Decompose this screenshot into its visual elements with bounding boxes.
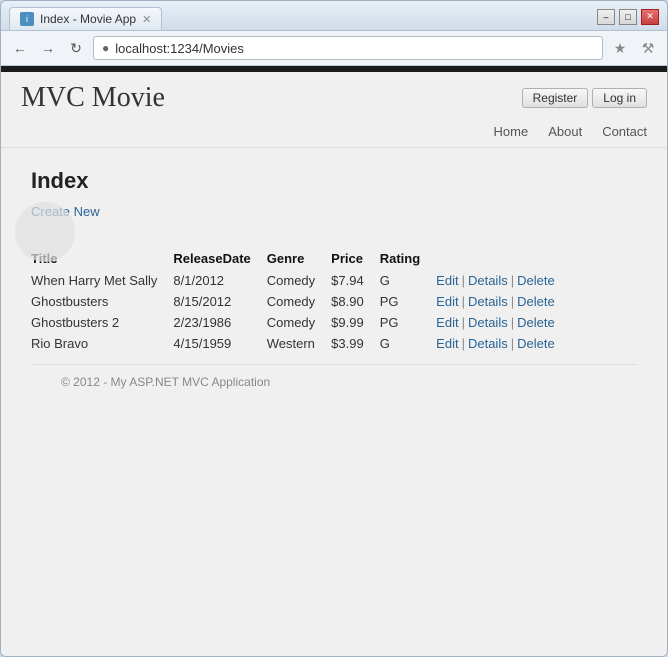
edit-link-0[interactable]: Edit xyxy=(436,273,458,288)
cell-1: 8/1/2012 xyxy=(173,270,266,291)
cell-1: 8/15/2012 xyxy=(173,291,266,312)
nav-link-contact[interactable]: Contact xyxy=(602,124,647,139)
movies-table: Title ReleaseDate Genre Price Rating Whe… xyxy=(31,247,571,354)
tab-close-button[interactable]: ✕ xyxy=(142,13,151,26)
details-link-1[interactable]: Details xyxy=(468,294,508,309)
cell-0: Rio Bravo xyxy=(31,333,173,354)
page-content: Index Create New Title ReleaseDate Genre… xyxy=(1,148,667,656)
maximize-button[interactable]: □ xyxy=(619,9,637,25)
cell-2: Comedy xyxy=(267,291,331,312)
cell-4: PG xyxy=(380,291,436,312)
refresh-button[interactable]: ↻ xyxy=(65,37,87,59)
cell-1: 2/23/1986 xyxy=(173,312,266,333)
app-title: MVC Movie xyxy=(21,82,165,114)
footer: © 2012 - My ASP.NET MVC Application xyxy=(31,364,637,409)
register-button[interactable]: Register xyxy=(522,88,589,108)
cell-2: Western xyxy=(267,333,331,354)
details-link-2[interactable]: Details xyxy=(468,315,508,330)
cell-actions: Edit|Details|Delete xyxy=(436,312,571,333)
app-nav: Home About Contact xyxy=(21,118,647,147)
cell-actions: Edit|Details|Delete xyxy=(436,291,571,312)
header-buttons: Register Log in xyxy=(522,88,647,108)
address-bar[interactable]: ● localhost:1234/Movies xyxy=(93,36,603,60)
details-link-0[interactable]: Details xyxy=(468,273,508,288)
col-header-actions xyxy=(436,247,571,270)
edit-link-2[interactable]: Edit xyxy=(436,315,458,330)
cell-actions: Edit|Details|Delete xyxy=(436,333,571,354)
edit-link-3[interactable]: Edit xyxy=(436,336,458,351)
browser-tab[interactable]: i Index - Movie App ✕ xyxy=(9,7,162,30)
app-content: MVC Movie Register Log in Home About Con… xyxy=(1,72,667,656)
cell-3: $8.90 xyxy=(331,291,380,312)
cell-2: Comedy xyxy=(267,270,331,291)
cell-0: Ghostbusters 2 xyxy=(31,312,173,333)
table-header-row: Title ReleaseDate Genre Price Rating xyxy=(31,247,571,270)
browser-window: i Index - Movie App ✕ – □ ✕ ← → ↻ ● loca… xyxy=(0,0,668,657)
window-controls: – □ ✕ xyxy=(597,9,659,29)
cell-actions: Edit|Details|Delete xyxy=(436,270,571,291)
nav-link-home[interactable]: Home xyxy=(494,124,529,139)
delete-link-1[interactable]: Delete xyxy=(517,294,555,309)
table-row: Rio Bravo4/15/1959Western$3.99GEdit|Deta… xyxy=(31,333,571,354)
page-title: Index xyxy=(31,168,637,194)
header-decorative-circle xyxy=(15,202,75,262)
tools-icon[interactable]: ⚒ xyxy=(637,37,659,59)
app-header: MVC Movie Register Log in Home About Con… xyxy=(1,72,667,148)
bookmark-icon[interactable]: ★ xyxy=(609,37,631,59)
login-button[interactable]: Log in xyxy=(592,88,647,108)
back-button[interactable]: ← xyxy=(9,37,31,59)
cell-4: G xyxy=(380,333,436,354)
delete-link-0[interactable]: Delete xyxy=(517,273,555,288)
details-link-3[interactable]: Details xyxy=(468,336,508,351)
cell-3: $9.99 xyxy=(331,312,380,333)
cell-0: Ghostbusters xyxy=(31,291,173,312)
close-button[interactable]: ✕ xyxy=(641,9,659,25)
cell-1: 4/15/1959 xyxy=(173,333,266,354)
delete-link-2[interactable]: Delete xyxy=(517,315,555,330)
cell-3: $3.99 xyxy=(331,333,380,354)
nav-link-about[interactable]: About xyxy=(548,124,582,139)
table-row: Ghostbusters8/15/2012Comedy$8.90PGEdit|D… xyxy=(31,291,571,312)
address-lock-icon: ● xyxy=(102,41,109,55)
table-row: When Harry Met Sally8/1/2012Comedy$7.94G… xyxy=(31,270,571,291)
col-header-price: Price xyxy=(331,247,380,270)
tab-favicon: i xyxy=(20,12,34,26)
cell-0: When Harry Met Sally xyxy=(31,270,173,291)
minimize-button[interactable]: – xyxy=(597,9,615,25)
navigation-bar: ← → ↻ ● localhost:1234/Movies ★ ⚒ xyxy=(1,31,667,66)
edit-link-1[interactable]: Edit xyxy=(436,294,458,309)
cell-4: G xyxy=(380,270,436,291)
app-header-top: MVC Movie Register Log in xyxy=(21,82,647,114)
col-header-genre: Genre xyxy=(267,247,331,270)
col-header-releasedate: ReleaseDate xyxy=(173,247,266,270)
cell-4: PG xyxy=(380,312,436,333)
cell-3: $7.94 xyxy=(331,270,380,291)
col-header-rating: Rating xyxy=(380,247,436,270)
cell-2: Comedy xyxy=(267,312,331,333)
delete-link-3[interactable]: Delete xyxy=(517,336,555,351)
tab-title: Index - Movie App xyxy=(40,12,136,26)
footer-text: © 2012 - My ASP.NET MVC Application xyxy=(61,375,270,389)
title-bar: i Index - Movie App ✕ – □ ✕ xyxy=(1,1,667,31)
address-text: localhost:1234/Movies xyxy=(115,41,244,56)
forward-button[interactable]: → xyxy=(37,37,59,59)
table-row: Ghostbusters 22/23/1986Comedy$9.99PGEdit… xyxy=(31,312,571,333)
